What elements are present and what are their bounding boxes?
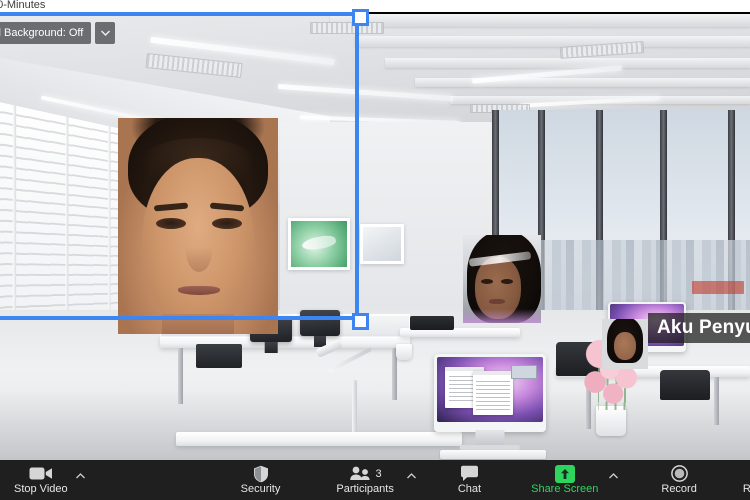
toolbar-reactions[interactable]: Reactions <box>739 460 750 500</box>
toolbar-stop-video-label: Stop Video <box>14 483 68 495</box>
self-view-video[interactable] <box>118 118 278 334</box>
toolbar-chat-label: Chat <box>457 483 482 495</box>
imac-stand <box>475 430 505 446</box>
ceiling-beam <box>355 36 750 47</box>
selection-border-bottom[interactable] <box>0 316 359 320</box>
eye-right <box>212 218 242 229</box>
document-text-lines <box>476 381 511 412</box>
toolbar-security[interactable]: Security <box>237 460 285 500</box>
laptop <box>410 316 454 330</box>
toolbar-record[interactable]: Record <box>657 460 700 500</box>
office-chair <box>660 370 710 400</box>
selection-handle-top-right[interactable] <box>352 9 369 26</box>
chevron-up-icon[interactable] <box>75 471 85 481</box>
toolbar-security-label: Security <box>240 483 281 495</box>
participant-2-eye-right <box>501 279 513 284</box>
document-window <box>473 371 514 416</box>
ceiling-vent <box>310 22 384 34</box>
window-titlebar-strip <box>0 0 750 12</box>
meeting-toolbar: Stop Video Security 3 Participants Chat … <box>0 460 750 500</box>
toolbar-share-screen-label: Share Screen <box>531 483 599 495</box>
desk <box>176 432 462 446</box>
city-signage <box>692 281 744 294</box>
participant-video-3[interactable] <box>602 319 648 369</box>
share-screen-up-arrow-icon <box>554 464 575 483</box>
flower-pot <box>596 406 626 436</box>
printer <box>196 344 242 368</box>
selection-border-top[interactable] <box>0 12 359 16</box>
toolbar-record-label: Record <box>661 483 697 495</box>
chevron-down-icon[interactable] <box>95 22 116 44</box>
wall-artwork <box>288 218 350 270</box>
participant-video-2[interactable] <box>463 235 541 323</box>
toolbar-participants-label: Participants <box>336 483 394 495</box>
video-stage <box>0 14 750 460</box>
toolbar-chat[interactable]: Chat <box>454 460 485 500</box>
keyboard <box>440 450 546 459</box>
selection-handle-bottom-right[interactable] <box>352 313 369 330</box>
toolbar-participants[interactable]: 3 Participants <box>332 460 416 500</box>
monitor <box>300 310 340 336</box>
imac-screen <box>437 357 543 422</box>
plant-pot <box>396 344 412 360</box>
wall-artwork <box>360 224 404 264</box>
toolbar-share-screen[interactable]: Share Screen <box>527 460 619 500</box>
virtual-background-control[interactable]: Virtual Background: Off <box>0 22 116 44</box>
chat-bubble-icon <box>460 465 479 482</box>
participant-2-mouth <box>489 299 505 304</box>
app-panel <box>511 364 537 380</box>
ceiling-beam <box>330 14 750 27</box>
ceiling-beam <box>385 58 750 68</box>
nose <box>186 230 212 272</box>
video-camera-icon <box>29 465 53 482</box>
zoom-meeting-window: Aku Penyus 30-Minutes Virtual Background… <box>0 0 750 500</box>
eye-left <box>156 218 186 229</box>
selection-border-right[interactable] <box>355 12 359 320</box>
ceiling-beam <box>415 78 750 87</box>
participant-3-face <box>614 332 636 360</box>
participants-icon-group: 3 <box>349 465 382 482</box>
shield-icon <box>253 465 269 482</box>
mouth <box>178 286 220 295</box>
participant-name-label: Aku Penyus <box>648 313 750 343</box>
chevron-up-icon[interactable] <box>406 471 416 481</box>
chevron-up-icon[interactable] <box>609 471 619 481</box>
virtual-background-button[interactable]: Virtual Background: Off <box>0 22 92 44</box>
imac-monitor <box>434 354 546 450</box>
participant-2-eye-left <box>481 279 493 284</box>
participant-2-screen-glow <box>463 309 541 323</box>
self-view-face <box>118 118 278 334</box>
window-title: 30-Minutes <box>0 0 46 11</box>
toolbar-stop-video[interactable]: Stop Video <box>10 460 85 500</box>
desk-leg <box>714 377 719 425</box>
desk-leg <box>178 348 183 404</box>
desk-lamp-arm <box>352 380 357 434</box>
toolbar-reactions-label: Reactions <box>742 483 750 495</box>
record-circle-icon <box>670 465 688 482</box>
share-screen-green-box <box>554 464 575 483</box>
participants-count: 3 <box>375 467 382 480</box>
